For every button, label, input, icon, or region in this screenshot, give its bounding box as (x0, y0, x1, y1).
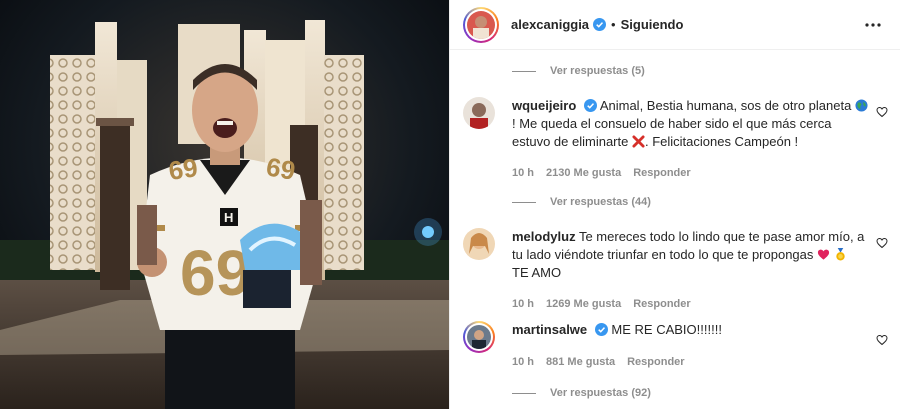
comments-list: Ver respuestas (5) wqueijeiro Animal, Be… (450, 50, 900, 408)
svg-text:H: H (224, 210, 233, 225)
verified-badge-icon (594, 323, 608, 336)
reply-button[interactable]: Responder (633, 298, 690, 310)
comment-time[interactable]: 10 h (512, 167, 534, 179)
commenter-avatar-story-ring[interactable] (463, 321, 495, 353)
more-options-icon[interactable] (864, 17, 882, 33)
author-avatar (467, 10, 495, 39)
comment-text: melodyluz Te mereces todo lo lindo que t… (512, 228, 870, 282)
comment-text-part: TE AMO (512, 265, 562, 280)
replies-divider-line (512, 392, 536, 394)
commenter-avatar (467, 325, 491, 349)
comment-likes[interactable]: 881 Me gusta (546, 356, 615, 368)
commenter-avatar[interactable] (463, 97, 495, 129)
post-side-panel: alexcaniggia • Siguiendo Ver respuestas … (449, 0, 900, 409)
post-header: alexcaniggia • Siguiendo (450, 0, 900, 50)
like-heart-icon[interactable] (876, 334, 888, 346)
comment-text-part: . Felicitaciones Campeón ! (644, 134, 799, 149)
post-photo: 69 69 69 H (0, 0, 449, 409)
svg-text:69: 69 (264, 151, 298, 186)
comment-text: martinsalwe ME RE CABIO!!!!!!! (512, 321, 870, 339)
cross-mark-emoji-icon (632, 135, 645, 148)
header-separator: • (611, 17, 616, 32)
verified-badge-icon (593, 18, 607, 31)
view-replies-label: Ver respuestas (92) (550, 387, 651, 399)
commenter-username[interactable]: melodyluz (512, 229, 576, 244)
comment-text-part: Animal, Bestia humana, sos de otro plane… (599, 98, 852, 113)
view-replies-button[interactable]: Ver respuestas (44) (512, 196, 651, 208)
svg-text:69: 69 (180, 237, 251, 309)
globe-emoji-icon (855, 99, 868, 112)
medal-emoji-icon (835, 248, 845, 261)
post-photo-illustration: 69 69 69 H (0, 0, 449, 409)
replies-divider-line (512, 201, 536, 203)
replies-divider-line (512, 70, 536, 72)
view-replies-label: Ver respuestas (44) (550, 196, 651, 208)
author-avatar-story-ring[interactable] (463, 6, 499, 43)
red-heart-emoji-icon (817, 249, 830, 260)
comment-likes[interactable]: 2130 Me gusta (546, 167, 621, 179)
like-heart-icon[interactable] (876, 106, 888, 118)
comment-likes[interactable]: 1269 Me gusta (546, 298, 621, 310)
comment-meta: 10 h 2130 Me gusta Responder (512, 167, 691, 179)
comment-text-part: ME RE CABIO!!!!!!! (611, 322, 722, 337)
comment-time[interactable]: 10 h (512, 356, 534, 368)
reply-button[interactable]: Responder (627, 356, 684, 368)
svg-text:69: 69 (167, 152, 200, 186)
view-replies-button[interactable]: Ver respuestas (5) (512, 65, 645, 77)
commenter-avatar[interactable] (463, 228, 495, 260)
commenter-username[interactable]: wqueijeiro (512, 98, 576, 113)
view-replies-button[interactable]: Ver respuestas (92) (512, 387, 651, 399)
comment-text: wqueijeiro Animal, Bestia humana, sos de… (512, 97, 870, 151)
comment-time[interactable]: 10 h (512, 298, 534, 310)
verified-badge-icon (583, 99, 597, 112)
comment-meta: 10 h 1269 Me gusta Responder (512, 298, 691, 310)
like-heart-icon[interactable] (876, 237, 888, 249)
following-button[interactable]: Siguiendo (621, 17, 684, 32)
view-replies-label: Ver respuestas (5) (550, 65, 645, 77)
commenter-username[interactable]: martinsalwe (512, 322, 587, 337)
author-username[interactable]: alexcaniggia (511, 17, 589, 32)
reply-button[interactable]: Responder (633, 167, 690, 179)
comment-meta: 10 h 881 Me gusta Responder (512, 356, 685, 368)
